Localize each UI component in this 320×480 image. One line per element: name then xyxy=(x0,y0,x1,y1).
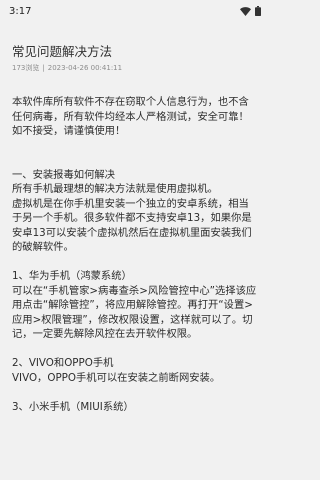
battery-icon xyxy=(255,6,261,16)
status-icons xyxy=(240,6,261,16)
subsection-heading-vivo: 2、VIVO和OPPO手机 xyxy=(12,357,114,369)
section-heading: 一、安装报毒如何解决 xyxy=(12,168,115,181)
status-bar: 3:17 xyxy=(0,0,269,22)
article-meta: 173浏览 | 2023-04-26 00:41:11 xyxy=(12,64,257,73)
section-paragraph: 虚拟机是在你手机里安装一个独立的安卓系统，相当于另一个手机。很多软件都不支持安卓… xyxy=(12,197,252,254)
section-paragraph: 所有手机最理想的解决方法就是使用虚拟机。 xyxy=(12,183,218,195)
wifi-icon xyxy=(240,6,251,16)
article-title: 常见问题解决方法 xyxy=(12,44,113,59)
intro-paragraph: 本软件库所有软件不存在窃取个人信息行为，也不含任何病毒，所有软件均经本人严格测试… xyxy=(12,96,249,137)
article: 常见问题解决方法 173浏览 | 2023-04-26 00:41:11 本软件库所… xyxy=(0,44,269,414)
subsection-heading-huawei: 1、华为手机（鸿蒙系统） xyxy=(12,270,132,282)
subsection-paragraph-vivo: VIVO，OPPO手机可以在安装之前断网安装。 xyxy=(12,371,221,384)
article-body: 本软件库所有软件不存在窃取个人信息行为，也不含任何病毒，所有软件均经本人严格测试… xyxy=(12,95,257,414)
subsection-paragraph-huawei: 可以在“手机管家>病毒查杀>风险管控中心”选择该应用点击“解除管控”，将应用解除… xyxy=(12,284,257,341)
subsection-heading-xiaomi: 3、小米手机（MIUI系统） xyxy=(12,400,134,413)
meta-separator: | xyxy=(42,64,45,72)
view-count: 173浏览 xyxy=(12,64,40,72)
publish-date: 2023-04-26 00:41:11 xyxy=(47,64,123,72)
status-time: 3:17 xyxy=(9,5,32,17)
